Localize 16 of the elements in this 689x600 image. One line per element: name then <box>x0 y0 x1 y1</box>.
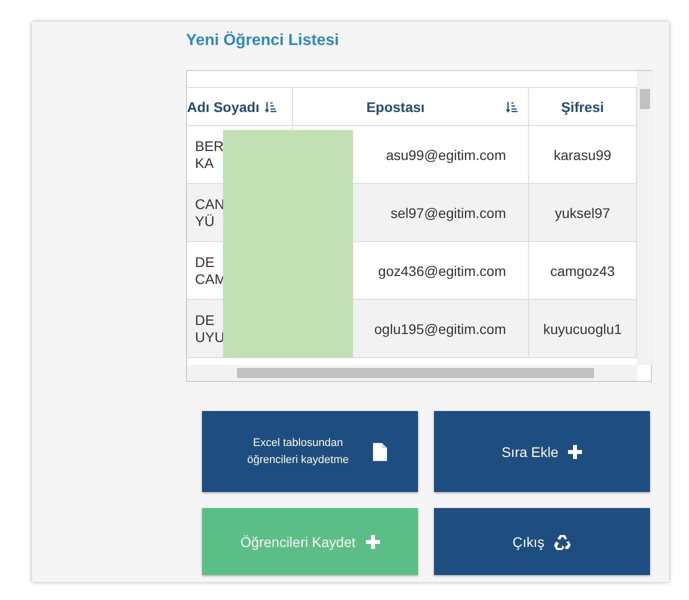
plus-icon <box>568 444 582 458</box>
file-icon <box>373 442 387 460</box>
recycle-icon <box>554 534 572 550</box>
add-button[interactable]: Sıra Ekle <box>434 411 650 492</box>
password-cell: kuyucuoglu1 <box>529 300 637 358</box>
list-title: Yeni Öğrenci Listesi <box>186 32 340 50</box>
column-header[interactable]: Adı Soyadı <box>187 88 293 126</box>
vertical-scrollbar[interactable] <box>637 71 653 365</box>
sort-icon[interactable] <box>506 100 518 112</box>
exit-button[interactable]: Çıkış <box>434 508 650 575</box>
import-button[interactable]: Excel tablosundan öğrencileri kaydetme <box>202 411 418 492</box>
password-cell: yuksel97 <box>529 184 637 242</box>
horizontal-scrollbar[interactable] <box>187 365 637 381</box>
sort-icon[interactable] <box>265 100 278 112</box>
column-header[interactable]: Epostası <box>293 88 529 126</box>
plus-icon <box>366 534 380 548</box>
